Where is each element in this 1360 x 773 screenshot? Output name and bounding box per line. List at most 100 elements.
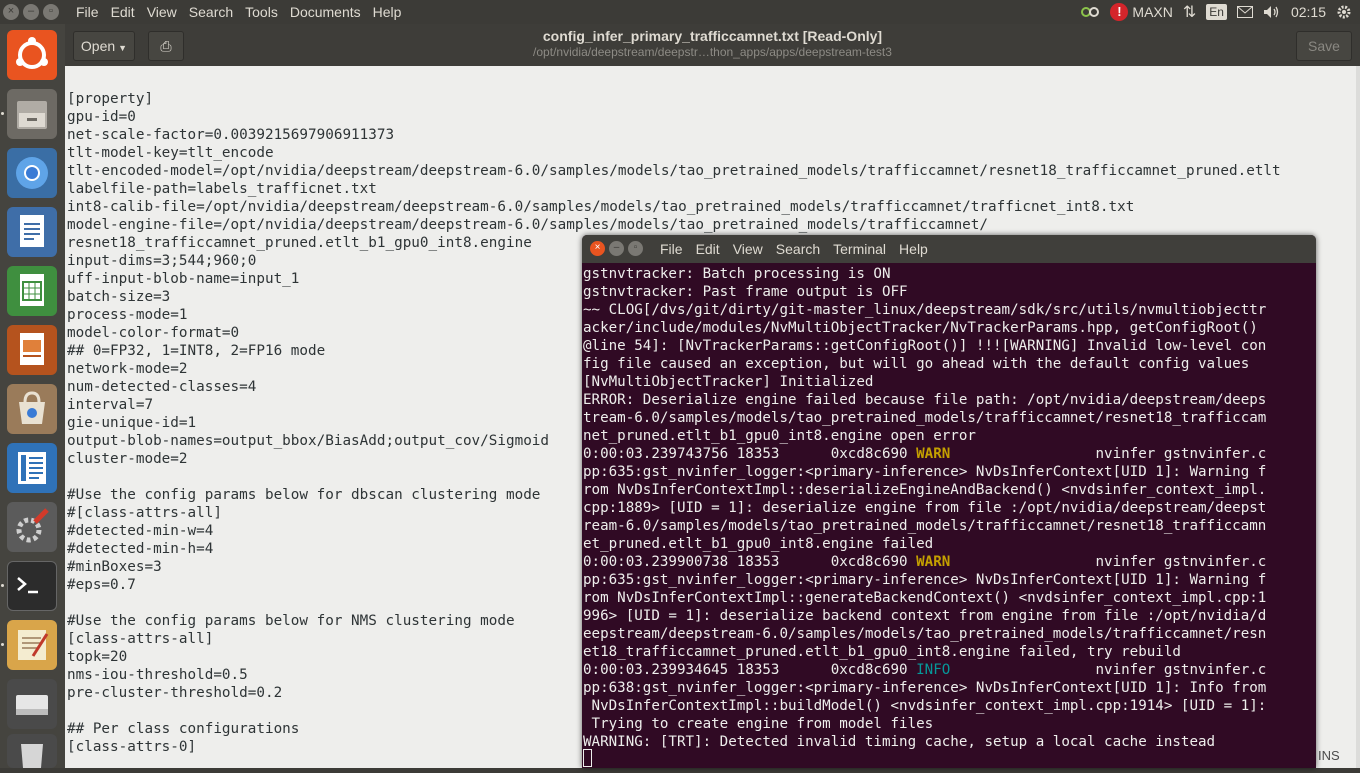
editor-line: input-dims=3;544;960;0 <box>67 253 257 269</box>
menu-view[interactable]: View <box>141 3 183 21</box>
editor-line: num-detected-classes=4 <box>67 379 257 395</box>
terminal-line: 0:00:03.239900738 18353 0xcd8c690 WARN n… <box>583 554 1266 570</box>
gedit-headerbar: Open ▼ ⎙ config_infer_primary_trafficcamn… <box>65 24 1360 66</box>
terminal-output[interactable]: gstnvtracker: Batch processing is ON gst… <box>583 265 1313 751</box>
terminal-line: acker/include/modules/NvMultiObjectTrack… <box>583 320 1258 336</box>
terminal-line: Trying to create engine from model files <box>583 716 934 732</box>
chevron-down-icon: ▼ <box>118 43 128 53</box>
terminal-minimize-button[interactable]: – <box>609 241 624 256</box>
menu-file[interactable]: File <box>70 3 105 21</box>
trash-icon[interactable] <box>7 734 57 768</box>
terminal-menubar: File Edit View Search Terminal Help <box>660 241 941 257</box>
app-menubar: File Edit View Search Tools Documents He… <box>70 3 407 21</box>
terminal-line: WARNING: [TRT]: Detected invalid timing … <box>583 734 1216 750</box>
editor-line: model-engine-file=/opt/nvidia/deepstream… <box>67 217 988 233</box>
editor-line: int8-calib-file=/opt/nvidia/deepstream/d… <box>67 199 1135 215</box>
menu-documents[interactable]: Documents <box>284 3 367 21</box>
editor-line: gie-unique-id=1 <box>67 415 197 431</box>
terminal-menu-edit[interactable]: Edit <box>696 241 720 257</box>
system-settings-icon[interactable] <box>7 502 57 552</box>
top-panel: × – ▫ File Edit View Search Tools Docume… <box>0 0 1360 24</box>
terminal-maximize-button[interactable]: ▫ <box>628 241 643 256</box>
menu-tools[interactable]: Tools <box>239 3 284 21</box>
editor-line: tlt-model-key=tlt_encode <box>67 145 274 161</box>
menu-help[interactable]: Help <box>367 3 408 21</box>
terminal-line: gstnvtracker: Batch processing is ON <box>583 266 891 282</box>
running-indicator <box>1 584 4 587</box>
open-button[interactable]: Open ▼ <box>73 31 135 61</box>
running-indicator <box>1 643 4 646</box>
software-center-icon[interactable] <box>7 384 57 434</box>
editor-line: net-scale-factor=0.0039215697906911373 <box>67 127 395 143</box>
editor-line: tlt-encoded-model=/opt/nvidia/deepstream… <box>67 163 1281 179</box>
menu-search[interactable]: Search <box>183 3 239 21</box>
log-prefix: 0:00:03.239743756 18353 0xcd8c690 <box>583 446 917 462</box>
open-button-label: Open <box>80 38 116 54</box>
keyboard-layout-indicator[interactable]: En <box>1206 4 1227 20</box>
editor-line: [property] <box>67 91 154 107</box>
terminal-line: net_pruned.etlt_b1_gpu0_int8.engine open… <box>583 428 976 444</box>
nvidia-icon[interactable] <box>1080 4 1100 20</box>
chromium-icon[interactable] <box>7 148 57 198</box>
editor-line: network-mode=2 <box>67 361 188 377</box>
disk-icon[interactable] <box>7 679 57 729</box>
terminal-close-button[interactable]: × <box>590 241 605 256</box>
writer-icon[interactable] <box>7 207 57 257</box>
terminal-line: pp:638:gst_nvinfer_logger:<primary-infer… <box>583 680 1267 696</box>
terminal-line: rom NvDsInferContextImpl::generateBacken… <box>583 590 1267 606</box>
log-suffix: nvinfer gstnvinfer.c <box>950 662 1267 678</box>
log-prefix: 0:00:03.239900738 18353 0xcd8c690 <box>583 554 917 570</box>
terminal-line: 0:00:03.239743756 18353 0xcd8c690 WARN n… <box>583 446 1266 462</box>
launcher <box>0 24 65 768</box>
gear-icon[interactable] <box>1336 4 1352 20</box>
power-mode-label: MAXN <box>1132 4 1173 20</box>
network-arrows-icon[interactable]: ⇅ <box>1183 2 1196 22</box>
running-indicator <box>1 112 4 115</box>
editor-line: ## Per class configurations <box>67 721 300 737</box>
terminal-line: [NvMultiObjectTracker] Initialized <box>583 374 874 390</box>
text-editor-icon[interactable] <box>7 443 57 493</box>
terminal-menu-file[interactable]: File <box>660 241 683 257</box>
editor-line: [class-attrs-all] <box>67 631 214 647</box>
volume-icon[interactable] <box>1263 5 1281 19</box>
save-button[interactable]: Save <box>1296 31 1352 61</box>
terminal-menu-search[interactable]: Search <box>776 241 820 257</box>
mail-icon[interactable] <box>1236 6 1253 18</box>
log-suffix: nvinfer gstnvinfer.c <box>950 554 1267 570</box>
gedit-icon[interactable] <box>7 620 57 670</box>
editor-line: labelfile-path=labels_trafficnet.txt <box>67 181 377 197</box>
editor-line: output-blob-names=output_bbox/BiasAdd;ou… <box>67 433 550 449</box>
terminal-menu-help[interactable]: Help <box>899 241 928 257</box>
terminal-titlebar: × – ▫ File Edit View Search Terminal Hel… <box>582 235 1316 263</box>
terminal-line: gstnvtracker: Past frame output is OFF <box>583 284 908 300</box>
terminal-menu-view[interactable]: View <box>733 241 763 257</box>
new-tab-button[interactable]: ⎙ <box>148 31 184 61</box>
terminal-line: eepstream/deepstream-6.0/samples/models/… <box>583 626 1267 642</box>
editor-line: topk=20 <box>67 649 128 665</box>
terminal-icon[interactable] <box>7 561 57 611</box>
terminal-line: 996> [UID = 1]: deserialize backend cont… <box>583 608 1267 624</box>
editor-line: pre-cluster-threshold=0.2 <box>67 685 283 701</box>
editor-line: #detected-min-h=4 <box>67 541 214 557</box>
impress-icon[interactable] <box>7 325 57 375</box>
power-mode-indicator[interactable]: ! MAXN <box>1110 3 1173 21</box>
files-icon[interactable] <box>7 89 57 139</box>
editor-scrollbar[interactable] <box>1356 66 1360 768</box>
terminal-line: NvDsInferContextImpl::buildModel() <nvds… <box>583 698 1267 714</box>
clock[interactable]: 02:15 <box>1291 4 1326 20</box>
log-level-badge: INFO <box>916 662 951 678</box>
terminal-line: 0:00:03.239934645 18353 0xcd8c690 INFO n… <box>583 662 1266 678</box>
terminal-line: pp:635:gst_nvinfer_logger:<primary-infer… <box>583 572 1267 588</box>
window-maximize-button[interactable]: ▫ <box>43 4 59 20</box>
terminal-cursor <box>583 749 592 767</box>
calc-icon[interactable] <box>7 266 57 316</box>
window-minimize-button[interactable]: – <box>23 4 39 20</box>
ubuntu-logo-icon[interactable] <box>7 30 57 80</box>
editor-line: [class-attrs-0] <box>67 739 197 755</box>
keyboard-layout-label: En <box>1206 4 1227 20</box>
menu-edit[interactable]: Edit <box>105 3 141 21</box>
editor-line: #[class-attrs-all] <box>67 505 222 521</box>
insert-mode-label[interactable]: INS <box>1318 748 1340 763</box>
terminal-menu-terminal[interactable]: Terminal <box>833 241 886 257</box>
window-close-button[interactable]: × <box>3 4 19 20</box>
